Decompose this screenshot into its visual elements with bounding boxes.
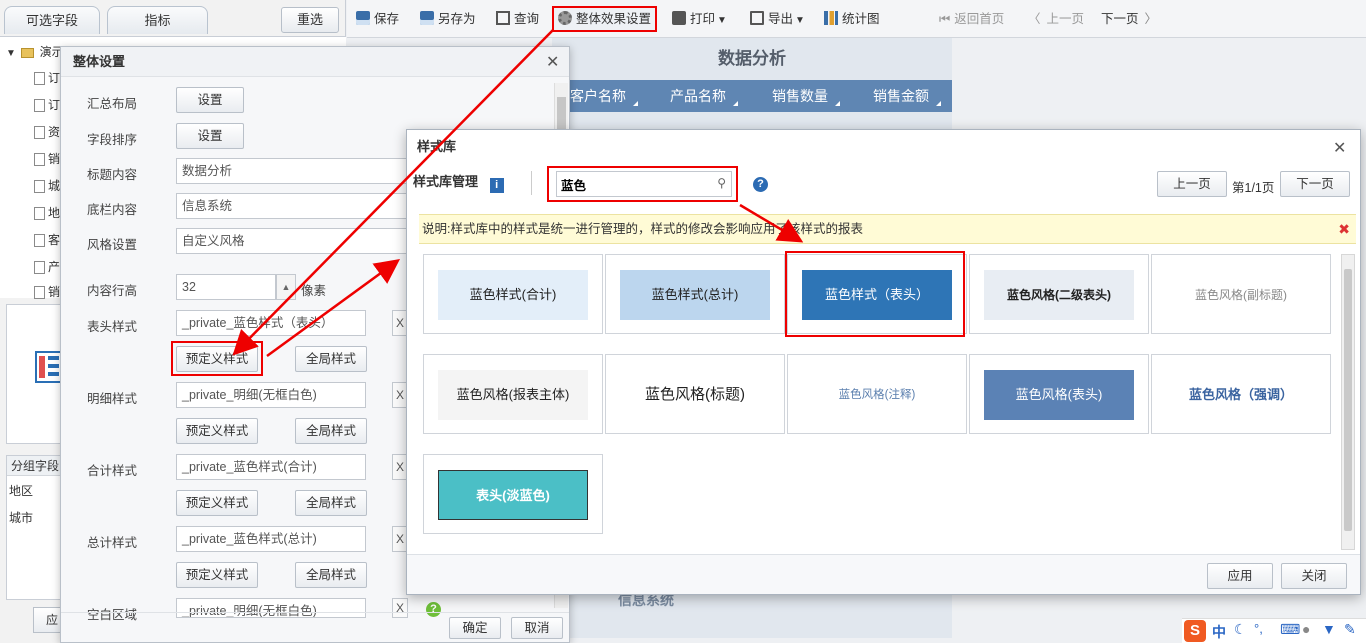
arrow-to-style-library: [266, 259, 401, 358]
user-icon[interactable]: ●: [1302, 621, 1310, 637]
arrow-to-selected-style: [739, 203, 804, 243]
skin-icon[interactable]: ▼: [1322, 621, 1336, 637]
annotation-arrows: [232, 29, 804, 358]
tools-icon[interactable]: ✎: [1344, 621, 1356, 638]
arrow-to-predefined-button: [232, 29, 554, 356]
sogou-ime-icon[interactable]: S: [1184, 620, 1206, 642]
ime-mode-label[interactable]: 中: [1212, 622, 1226, 642]
moon-icon[interactable]: ☾: [1234, 621, 1247, 638]
keyboard-icon[interactable]: ⌨: [1280, 621, 1300, 638]
punctuation-icon[interactable]: °,: [1254, 621, 1263, 636]
system-tray: S 中 ☾ °, ⌨ ● ▼ ✎: [1182, 618, 1366, 643]
